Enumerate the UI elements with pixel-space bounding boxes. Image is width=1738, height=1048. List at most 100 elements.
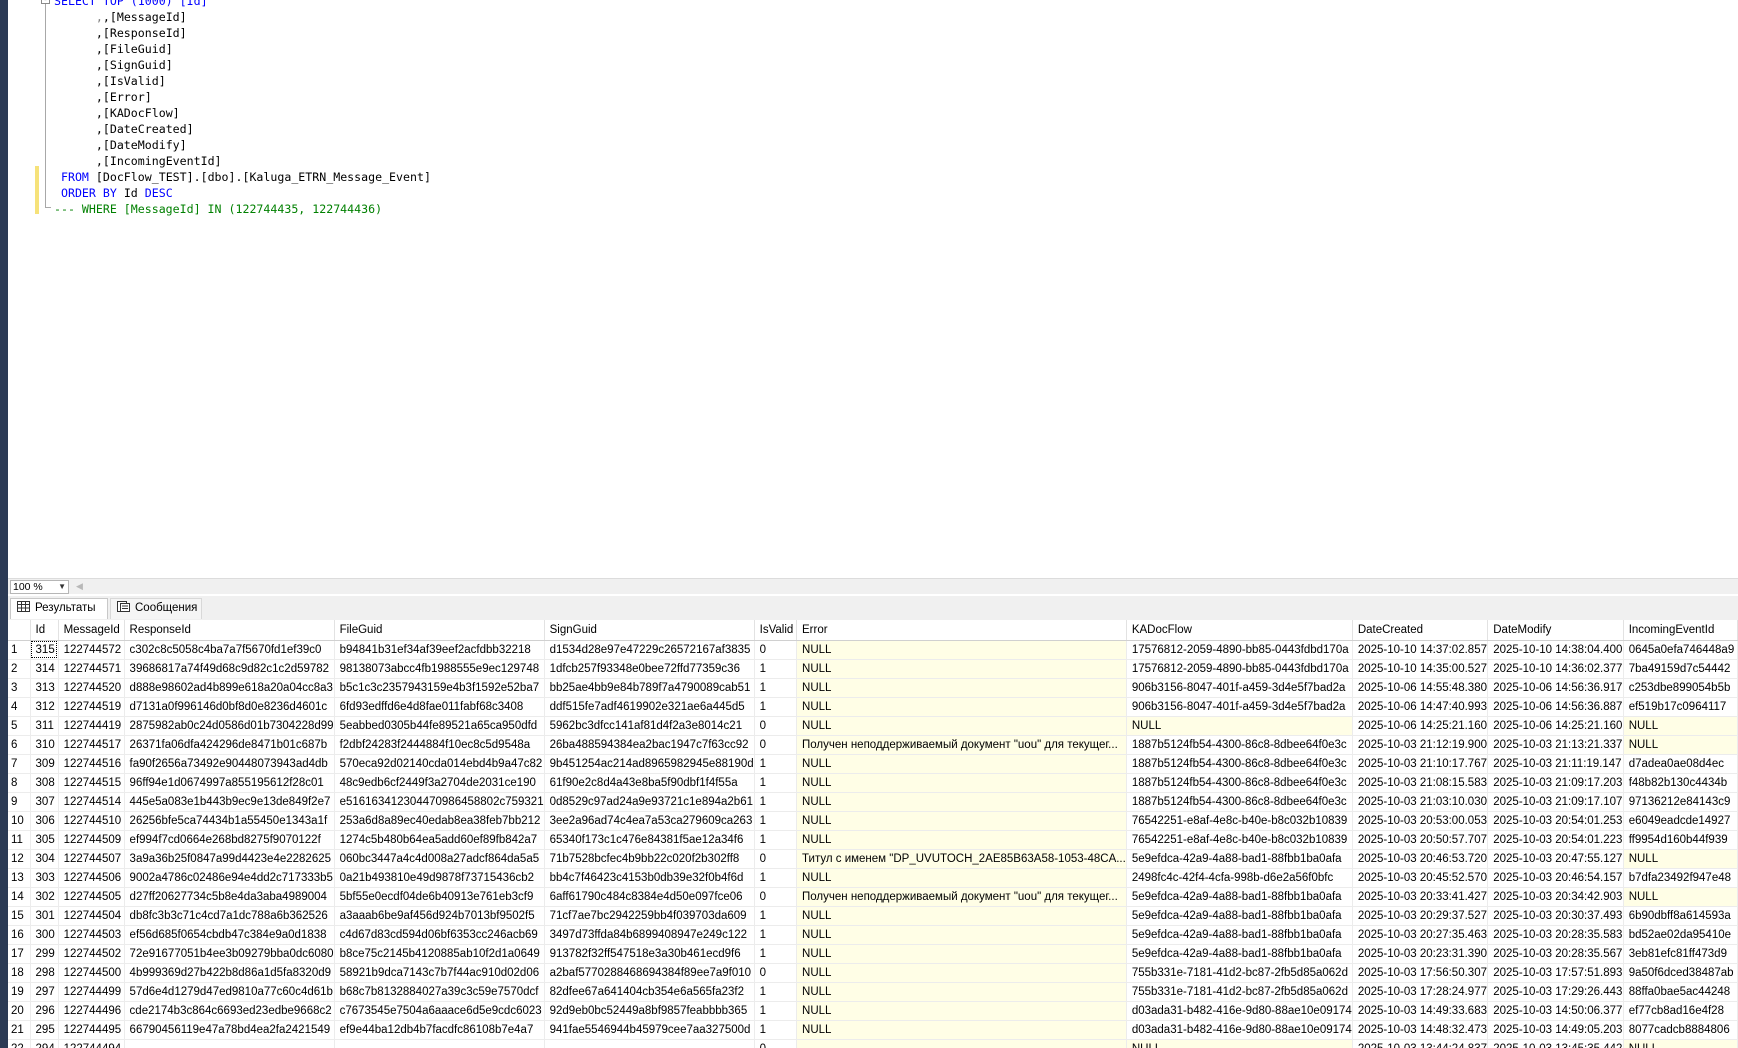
cell-row-number[interactable]: 7	[8, 754, 31, 774]
column-header-error[interactable]: Error	[796, 620, 1127, 641]
cell-is-valid[interactable]: 0	[754, 963, 798, 983]
cell-error[interactable]: NULL	[796, 773, 1127, 793]
cell-message-id[interactable]: 122744572	[58, 640, 125, 660]
cell-file-guid[interactable]: 98138073abcc4fb1988555e9ec129748	[334, 659, 545, 679]
cell-incoming-event-id[interactable]: NULL	[1623, 716, 1738, 736]
cell-date-modify[interactable]: 2025-10-03 20:30:37.493	[1487, 906, 1624, 926]
cell-kadocflow[interactable]: 17576812-2059-4890-bb85-0443fdbd170a	[1126, 640, 1353, 660]
cell-incoming-event-id[interactable]: NULL	[1623, 887, 1738, 907]
cell-row-number[interactable]: 12	[8, 849, 31, 869]
cell-id[interactable]: 312	[30, 697, 59, 717]
cell-response-id[interactable]: d27ff20627734c5b8e4da3aba4989004	[124, 887, 335, 907]
cell-is-valid[interactable]: 0	[754, 735, 798, 755]
cell-sign-guid[interactable]: 941fae5546944b45979cee7aa327500d	[544, 1020, 755, 1040]
cell-response-id[interactable]: db8fc3b3c71c4cd7a1dc788a6b362526	[124, 906, 335, 926]
cell-id[interactable]: 308	[30, 773, 59, 793]
table-row[interactable]: 12 304 122744507 3a9a36b25f0847a99d4423e4e2…	[8, 849, 1738, 869]
cell-kadocflow[interactable]: 17576812-2059-4890-bb85-0443fdbd170a	[1126, 659, 1353, 679]
cell-message-id[interactable]: 122744500	[58, 963, 125, 983]
cell-date-modify[interactable]: 2025-10-03 21:09:17.107	[1487, 792, 1624, 812]
cell-response-id[interactable]: ef56d685f0654cbdb47c384e9a0d1838	[124, 925, 335, 945]
cell-row-number[interactable]: 9	[8, 792, 31, 812]
cell-id[interactable]: 299	[30, 944, 59, 964]
cell-file-guid[interactable]: 0a21b493810e49d9878f73715436cb2	[334, 868, 545, 888]
cell-response-id[interactable]: d888e98602ad4b899e618a20a04cc8a3	[124, 678, 335, 698]
results-grid[interactable]: Id MessageId ResponseId FileGuid SignGuid IsV…	[8, 620, 1738, 1048]
tab-results[interactable]: Результаты	[10, 598, 108, 619]
cell-date-modify[interactable]: 2025-10-06 14:56:36.917	[1487, 678, 1624, 698]
cell-date-created[interactable]: 2025-10-03 20:50:57.707	[1352, 830, 1489, 850]
cell-sign-guid[interactable]: a2baf5770288468694384f89ee7a9f010	[544, 963, 755, 983]
cell-kadocflow[interactable]: 755b331e-7181-41d2-bc87-2fb5d85a062d	[1126, 963, 1353, 983]
cell-file-guid[interactable]: b94841b31ef34af39eef2acfdbb32218	[334, 640, 545, 660]
cell-date-modify[interactable]: 2025-10-03 14:49:05.203	[1487, 1020, 1624, 1040]
cell-incoming-event-id[interactable]: ff9954d160b44f939	[1623, 830, 1738, 850]
cell-error[interactable]: NULL	[796, 697, 1127, 717]
cell-row-number[interactable]: 6	[8, 735, 31, 755]
cell-response-id[interactable]: fa90f2656a73492e90448073943ad4db	[124, 754, 335, 774]
cell-kadocflow[interactable]: 5e9efdca-42a9-4a88-bad1-88fbb1ba0afa	[1126, 906, 1353, 926]
cell-file-guid[interactable]: 570eca92d02140cda014ebd4b9a47c82	[334, 754, 545, 774]
table-row[interactable]: 2 314 122744571 39686817a74f49d68c9d82c1c2d…	[8, 659, 1738, 679]
table-row[interactable]: 7 309 122744516 fa90f2656a73492e90448073943…	[8, 754, 1738, 774]
cell-response-id[interactable]: 39686817a74f49d68c9d82c1c2d59782	[124, 659, 335, 679]
cell-sign-guid[interactable]: 71cf7ae7bc2942259bb4f039703da609	[544, 906, 755, 926]
cell-file-guid[interactable]: 5bf55e0ecdf04de6b40913e761eb3cf9	[334, 887, 545, 907]
cell-incoming-event-id[interactable]: 7ba49159d7c54442	[1623, 659, 1738, 679]
cell-incoming-event-id[interactable]: ef519b17c0964117	[1623, 697, 1738, 717]
cell-response-id[interactable]: 9002a4786c02486e94e4dd2c717333b5	[124, 868, 335, 888]
cell-response-id[interactable]: 445e5a083e1b443b9ec9e13de849f2e7	[124, 792, 335, 812]
cell-sign-guid[interactable]: 6aff61790c484c8384e4d50e097fce06	[544, 887, 755, 907]
cell-kadocflow[interactable]: 906b3156-8047-401f-a459-3d4e5f7bad2a	[1126, 697, 1353, 717]
cell-response-id[interactable]: 26371fa06dfa424296de8471b01c687b	[124, 735, 335, 755]
cell-message-id[interactable]: 122744499	[58, 982, 125, 1002]
table-row[interactable]: 1 315 122744572 c302c8c5058c4ba7a7f5670fd1e…	[8, 640, 1738, 660]
cell-file-guid[interactable]: 6fd93edffd6e4d8fae011fabf68c3408	[334, 697, 545, 717]
cell-incoming-event-id[interactable]: bd52ae02da95410e	[1623, 925, 1738, 945]
cell-row-number[interactable]: 21	[8, 1020, 31, 1040]
chevron-down-icon[interactable]: ▼	[58, 581, 66, 593]
cell-date-modify[interactable]: 2025-10-03 21:13:21.337	[1487, 735, 1624, 755]
cell-kadocflow[interactable]: 2498fc4c-42f4-4cfa-998b-d6e2a56f0bfc	[1126, 868, 1353, 888]
cell-date-modify[interactable]: 2025-10-03 20:46:54.157	[1487, 868, 1624, 888]
cell-sign-guid[interactable]: 5962bc3dfcc141af81d4f2a3e8014c21	[544, 716, 755, 736]
cell-message-id[interactable]: 122744419	[58, 716, 125, 736]
cell-message-id[interactable]: 122744507	[58, 849, 125, 869]
cell-id[interactable]: 298	[30, 963, 59, 983]
column-header-id[interactable]: Id	[30, 620, 59, 641]
column-header-kadocflow[interactable]: KADocFlow	[1126, 620, 1353, 641]
cell-incoming-event-id[interactable]: NULL	[1623, 735, 1738, 755]
cell-id[interactable]: 306	[30, 811, 59, 831]
cell-is-valid[interactable]: 1	[754, 1001, 798, 1021]
cell-incoming-event-id[interactable]: ef77cb8ad16e4f28	[1623, 1001, 1738, 1021]
cell-file-guid[interactable]	[334, 1039, 545, 1048]
cell-id[interactable]: 314	[30, 659, 59, 679]
cell-date-modify[interactable]: 2025-10-03 13:45:35.442	[1487, 1039, 1624, 1048]
cell-is-valid[interactable]: 0	[754, 849, 798, 869]
cell-kadocflow[interactable]: 1887b5124fb54-4300-86c8-8dbee64f0e3c	[1126, 792, 1353, 812]
cell-file-guid[interactable]: 58921b9dca7143c7b7f44ac910d02d06	[334, 963, 545, 983]
cell-date-created[interactable]: 2025-10-03 21:10:17.767	[1352, 754, 1489, 774]
cell-error[interactable]: NULL	[796, 963, 1127, 983]
cell-row-number[interactable]: 15	[8, 906, 31, 926]
cell-date-modify[interactable]: 2025-10-10 14:38:04.400	[1487, 640, 1624, 660]
cell-incoming-event-id[interactable]: b7dfa23492f947e48	[1623, 868, 1738, 888]
cell-row-number[interactable]: 5	[8, 716, 31, 736]
cell-id[interactable]: 313	[30, 678, 59, 698]
table-row[interactable]: 21 295 122744495 66790456119e47a78bd4ea2fa2…	[8, 1020, 1738, 1040]
cell-file-guid[interactable]: a3aaab6be9af456d924b7013bf9502f5	[334, 906, 545, 926]
cell-kadocflow[interactable]: 755b331e-7181-41d2-bc87-2fb5d85a062d	[1126, 982, 1353, 1002]
cell-error[interactable]: NULL	[796, 906, 1127, 926]
cell-file-guid[interactable]: 48c9edb6cf2449f3a2704de2031ce190	[334, 773, 545, 793]
cell-sign-guid[interactable]: 26ba488594384ea2bac1947c7f63cc92	[544, 735, 755, 755]
cell-response-id[interactable]: 96ff94e1d0674997a855195612f28c01	[124, 773, 335, 793]
cell-id[interactable]: 297	[30, 982, 59, 1002]
cell-incoming-event-id[interactable]: d7adea0ae08d4ec	[1623, 754, 1738, 774]
cell-response-id[interactable]	[124, 1039, 335, 1048]
cell-date-created[interactable]: 2025-10-03 20:33:41.427	[1352, 887, 1489, 907]
cell-row-number[interactable]: 17	[8, 944, 31, 964]
cell-message-id[interactable]: 122744494	[58, 1039, 125, 1048]
cell-response-id[interactable]: 2875982ab0c24d0586d01b7304228d99	[124, 716, 335, 736]
cell-is-valid[interactable]: 1	[754, 697, 798, 717]
cell-message-id[interactable]: 122744520	[58, 678, 125, 698]
